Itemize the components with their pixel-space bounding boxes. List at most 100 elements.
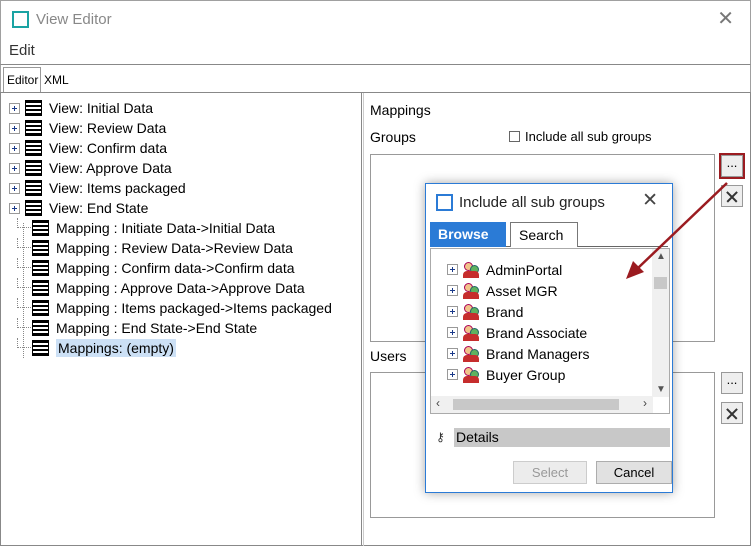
tree-item-mapping[interactable]: Mapping : Confirm data->Confirm data [7,258,359,278]
vertical-scrollbar[interactable]: ▲ ▼ [652,249,669,397]
document-list-icon [25,200,42,216]
group-label: AdminPortal [486,261,563,278]
group-label: Brand Associate [486,324,588,341]
tree-item-label: Mapping : Review Data->Review Data [56,240,293,256]
chevron-right-icon[interactable]: › [643,396,647,410]
group-item[interactable]: AdminPortal [431,259,669,280]
group-label: Asset MGR [486,282,558,299]
close-icon[interactable]: ✕ [717,7,734,31]
tree-connector [17,258,31,268]
tree-item-label: Mappings: (empty) [56,339,176,357]
tree-item-view[interactable]: View: Approve Data [7,158,359,178]
expand-icon[interactable] [9,162,20,174]
dialog-title: Include all sub groups [459,194,605,211]
tree-connector [17,318,31,328]
group-label: Brand Managers [486,345,590,362]
pane-splitter[interactable] [361,93,364,546]
expand-icon[interactable] [9,102,20,114]
checkbox-label: Include all sub groups [525,129,652,144]
group-users-icon [462,303,480,320]
tree-item-mapping[interactable]: Mapping : Approve Data->Approve Data [7,278,359,298]
tab-search[interactable]: Search [510,222,578,247]
tree-item-mapping[interactable]: Mapping : Items packaged->Items packaged [7,298,359,318]
tree-item-label: Mapping : End State->End State [56,320,258,336]
app-icon [436,194,453,211]
chevron-down-icon[interactable]: ▼ [656,384,666,395]
document-list-icon [32,240,49,256]
expand-icon[interactable] [447,327,458,338]
include-sub-groups-dialog: Include all sub groups ✕ Browse Search A… [425,183,673,493]
expand-icon[interactable] [447,348,458,359]
browse-users-button[interactable]: ... [721,372,743,394]
document-list-icon [32,220,49,236]
document-list-icon [32,320,49,336]
tree-item-label: View: Approve Data [49,160,172,176]
group-item[interactable]: Buyer Group [431,364,669,385]
chevron-up-icon[interactable]: ▲ [656,251,666,262]
checkbox-box[interactable] [509,131,520,142]
tree-item-label: Mapping : Confirm data->Confirm data [56,260,295,276]
expand-icon[interactable] [9,122,20,134]
view-tree: View: Initial Data View: Review Data Vie… [7,98,359,358]
document-list-icon [32,340,49,356]
browse-groups-button[interactable]: ... [719,153,745,179]
tree-item-mapping[interactable]: Mapping : Initiate Data->Initial Data [7,218,359,238]
group-item[interactable]: Brand [431,301,669,322]
group-users-icon [462,366,480,383]
expand-icon[interactable] [9,142,20,154]
scroll-thumb[interactable] [453,399,619,410]
document-list-icon [25,180,42,196]
tree-connector [17,278,31,288]
tree-item-label: Mapping : Initiate Data->Initial Data [56,220,276,236]
include-sub-groups-checkbox[interactable]: Include all sub groups [509,129,651,144]
title-bar: View Editor ✕ [0,0,751,38]
dialog-tabs: Browse Search [430,221,668,247]
expand-icon[interactable] [447,264,458,275]
scroll-thumb[interactable] [654,277,667,289]
tab-browse[interactable]: Browse [430,222,506,247]
details-toggle[interactable]: ⚷ Details [430,427,670,447]
expand-icon[interactable] [447,369,458,380]
tree-item-view[interactable]: View: Confirm data [7,138,359,158]
dialog-title-bar: Include all sub groups ✕ [426,184,672,219]
expand-icon[interactable] [447,285,458,296]
tree-item-label: View: Review Data [49,120,167,136]
expand-icon[interactable] [9,182,20,194]
tree-item-view[interactable]: View: Initial Data [7,98,359,118]
details-label: Details [454,427,670,447]
tab-editor[interactable]: Editor [3,67,41,92]
window-title: View Editor [36,11,112,28]
close-icon[interactable]: ✕ [642,189,658,212]
document-list-icon [25,160,42,176]
tab-xml[interactable]: XML [41,71,71,92]
expand-icon[interactable] [9,202,20,214]
cancel-button[interactable]: Cancel [596,461,672,484]
chevron-left-icon[interactable]: ‹ [436,396,440,410]
app-icon [12,11,29,28]
tree-item-mapping[interactable]: Mapping : Review Data->Review Data [7,238,359,258]
group-label: Brand [486,303,524,320]
users-label: Users [370,348,407,364]
group-item[interactable]: Brand Managers [431,343,669,364]
tab-strip: Editor XML [0,64,751,92]
group-item[interactable]: Asset MGR [431,280,669,301]
select-button[interactable]: Select [513,461,587,484]
tree-item-view[interactable]: View: Review Data [7,118,359,138]
tree-item-label: View: Initial Data [49,100,154,116]
tree-item-mapping[interactable]: Mapping : End State->End State [7,318,359,338]
tree-item-label: View: Confirm data [49,140,168,156]
remove-group-button[interactable] [721,185,743,207]
horizontal-scrollbar[interactable]: ‹ › [431,396,653,413]
tree-item-label: Mapping : Items packaged->Items packaged [56,300,332,316]
tree-item-view[interactable]: View: End State [7,198,359,218]
tree-item-mapping-selected[interactable]: Mappings: (empty) [7,338,359,358]
expand-icon[interactable] [447,306,458,317]
menu-bar: Edit [0,38,751,64]
document-list-icon [32,260,49,276]
groups-label: Groups [370,129,416,145]
document-list-icon [32,300,49,316]
group-item[interactable]: Brand Associate [431,322,669,343]
remove-user-button[interactable] [721,402,743,424]
tree-item-view[interactable]: View: Items packaged [7,178,359,198]
menu-edit[interactable]: Edit [9,42,35,59]
